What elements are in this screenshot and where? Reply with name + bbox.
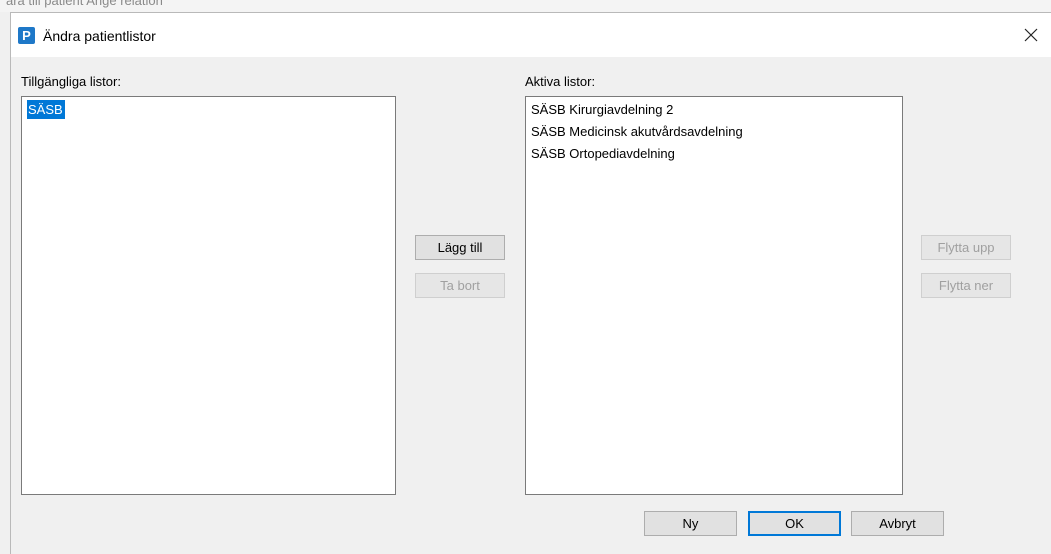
list-item-label: SÄSB Kirurgiavdelning 2 [531,102,674,117]
list-item-label: SÄSB Medicinsk akutvårdsavdelning [531,124,743,139]
close-button[interactable] [1017,22,1045,48]
background-window-text: ara till patient Ange relation [6,0,163,8]
move-down-button[interactable]: Flytta ner [921,273,1011,298]
active-lists-label: Aktiva listor: [525,74,596,89]
list-item-label: SÄSB Ortopediavdelning [531,146,675,161]
ok-button[interactable]: OK [748,511,841,536]
remove-button[interactable]: Ta bort [415,273,505,298]
add-button[interactable]: Lägg till [415,235,505,260]
list-item[interactable]: SÄSB Medicinsk akutvårdsavdelning [526,121,902,143]
list-item[interactable]: SÄSB Kirurgiavdelning 2 [526,99,902,121]
available-lists-label: Tillgängliga listor: [21,74,121,89]
list-item-label: SÄSB [27,100,65,119]
list-item[interactable]: SÄSB [22,99,395,121]
edit-patient-lists-dialog: P Ändra patientlistor Tillgängliga listo… [10,12,1051,554]
close-icon [1024,28,1038,42]
dialog-title: Ändra patientlistor [43,28,156,44]
background-window-strip: ara till patient Ange relation [0,0,1051,12]
active-lists-listbox[interactable]: SÄSB Kirurgiavdelning 2 SÄSB Medicinsk a… [525,96,903,495]
move-up-button[interactable]: Flytta upp [921,235,1011,260]
cancel-button[interactable]: Avbryt [851,511,944,536]
available-lists-listbox[interactable]: SÄSB [21,96,396,495]
app-logo-icon: P [18,27,35,44]
new-button[interactable]: Ny [644,511,737,536]
list-item[interactable]: SÄSB Ortopediavdelning [526,143,902,165]
dialog-titlebar: P Ändra patientlistor [11,13,1051,57]
